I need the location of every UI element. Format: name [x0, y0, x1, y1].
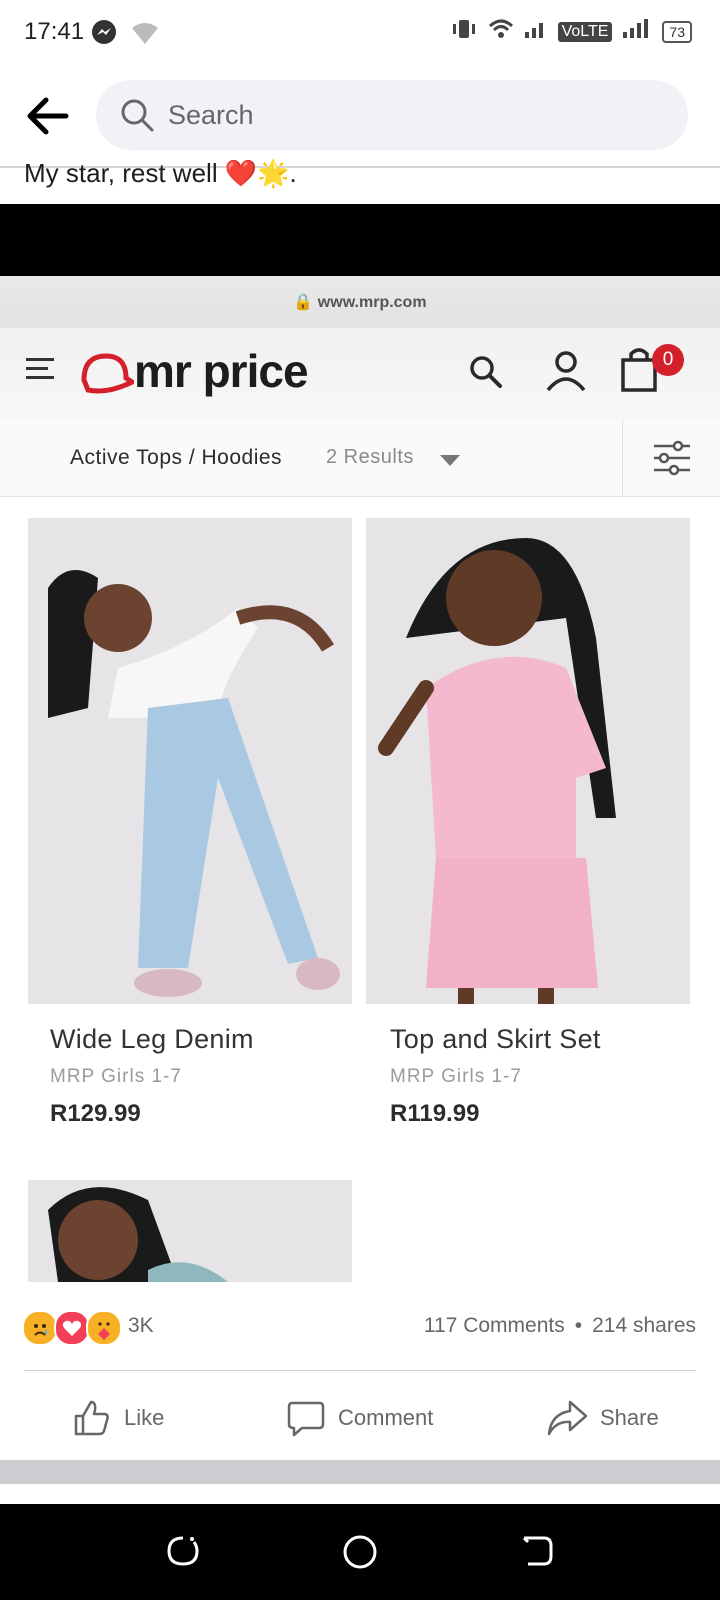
home-button[interactable]	[342, 1534, 378, 1575]
photo-black-band	[0, 204, 720, 276]
engagement-counts: 117 Comments • 214 shares	[424, 1314, 696, 1338]
home-circle-icon	[343, 1535, 377, 1569]
wifi-off-icon	[130, 18, 160, 51]
product-price: R119.99	[390, 1100, 480, 1127]
share-arrow-icon	[547, 1400, 588, 1436]
product-image	[28, 518, 352, 1004]
share-button[interactable]: Share	[546, 1390, 659, 1446]
share-label: Share	[600, 1405, 659, 1430]
url-text: www.mrp.com	[317, 294, 427, 311]
search-icon	[120, 98, 154, 137]
thumbs-up-icon	[74, 1400, 109, 1436]
system-nav-bar	[0, 1504, 720, 1600]
care-reaction-icon	[86, 1310, 122, 1346]
top-header: Search	[0, 68, 720, 168]
status-bar: 17:41 VoLTE 73	[0, 0, 720, 68]
comment-button[interactable]: Comment	[286, 1390, 433, 1446]
user-icon	[544, 350, 588, 397]
post-photo[interactable]: 🔒 www.mrp.com mr price 0 Active Tops / H…	[0, 204, 720, 1282]
site-logo-text: mr price	[134, 345, 309, 397]
comment-bubble-icon	[287, 1401, 325, 1437]
dot-separator: •	[574, 1314, 583, 1337]
volte-badge: VoLTE	[557, 21, 613, 42]
sad-reaction-icon	[22, 1310, 58, 1346]
browser-address-bar: 🔒 www.mrp.com	[0, 276, 720, 328]
hamburger-icon	[26, 356, 56, 387]
sliders-icon	[652, 438, 692, 483]
reaction-count[interactable]: 3K	[128, 1314, 154, 1338]
cart-count-badge: 0	[652, 344, 684, 376]
product-image	[366, 518, 690, 1004]
lock-icon: 🔒	[293, 294, 314, 311]
product-name: Wide Leg Denim	[50, 1024, 254, 1054]
divider	[24, 1370, 696, 1371]
category-label: Active Tops / Hoodies	[70, 446, 283, 469]
divider	[622, 420, 623, 496]
back-button[interactable]	[22, 90, 74, 142]
caret-down-icon	[440, 454, 460, 472]
signal-icon	[524, 18, 548, 45]
like-label: Like	[124, 1405, 165, 1430]
wifi-icon	[488, 18, 514, 45]
comment-label: Comment	[338, 1405, 434, 1430]
results-count: 2 Results	[326, 446, 414, 468]
messenger-icon	[90, 18, 118, 51]
search-icon	[468, 354, 504, 395]
product-image	[28, 1180, 352, 1282]
back-nav-button[interactable]	[520, 1534, 554, 1573]
filter-bar: Active Tops / Hoodies 2 Results	[0, 420, 720, 497]
product-price: R129.99	[50, 1100, 141, 1127]
search-input[interactable]: Search	[96, 80, 688, 150]
post-text: My star, rest well ❤️🌟.	[24, 158, 297, 188]
love-reaction-icon	[54, 1310, 90, 1346]
feed-separator	[0, 1460, 720, 1484]
search-placeholder: Search	[168, 100, 254, 130]
comments-count[interactable]: 117 Comments	[424, 1314, 565, 1338]
cap-logo-icon	[78, 350, 137, 401]
reactions-summary[interactable]	[22, 1310, 122, 1346]
status-icons: VoLTE 73	[452, 18, 692, 45]
battery-indicator: 73	[662, 20, 692, 43]
arrow-left-icon	[27, 97, 69, 135]
product-name: Top and Skirt Set	[390, 1024, 601, 1054]
product-brand: MRP Girls 1-7	[50, 1066, 182, 1087]
status-time: 17:41	[24, 18, 85, 45]
signal-icon	[622, 18, 652, 45]
vibrate-icon	[452, 18, 478, 45]
shares-count[interactable]: 214 shares	[592, 1314, 696, 1338]
site-header: mr price 0	[0, 328, 720, 420]
product-brand: MRP Girls 1-7	[390, 1066, 522, 1087]
like-button[interactable]: Like	[72, 1390, 164, 1446]
recents-icon	[167, 1536, 199, 1566]
recent-apps-button[interactable]	[166, 1534, 200, 1573]
back-nav-icon	[522, 1536, 553, 1566]
